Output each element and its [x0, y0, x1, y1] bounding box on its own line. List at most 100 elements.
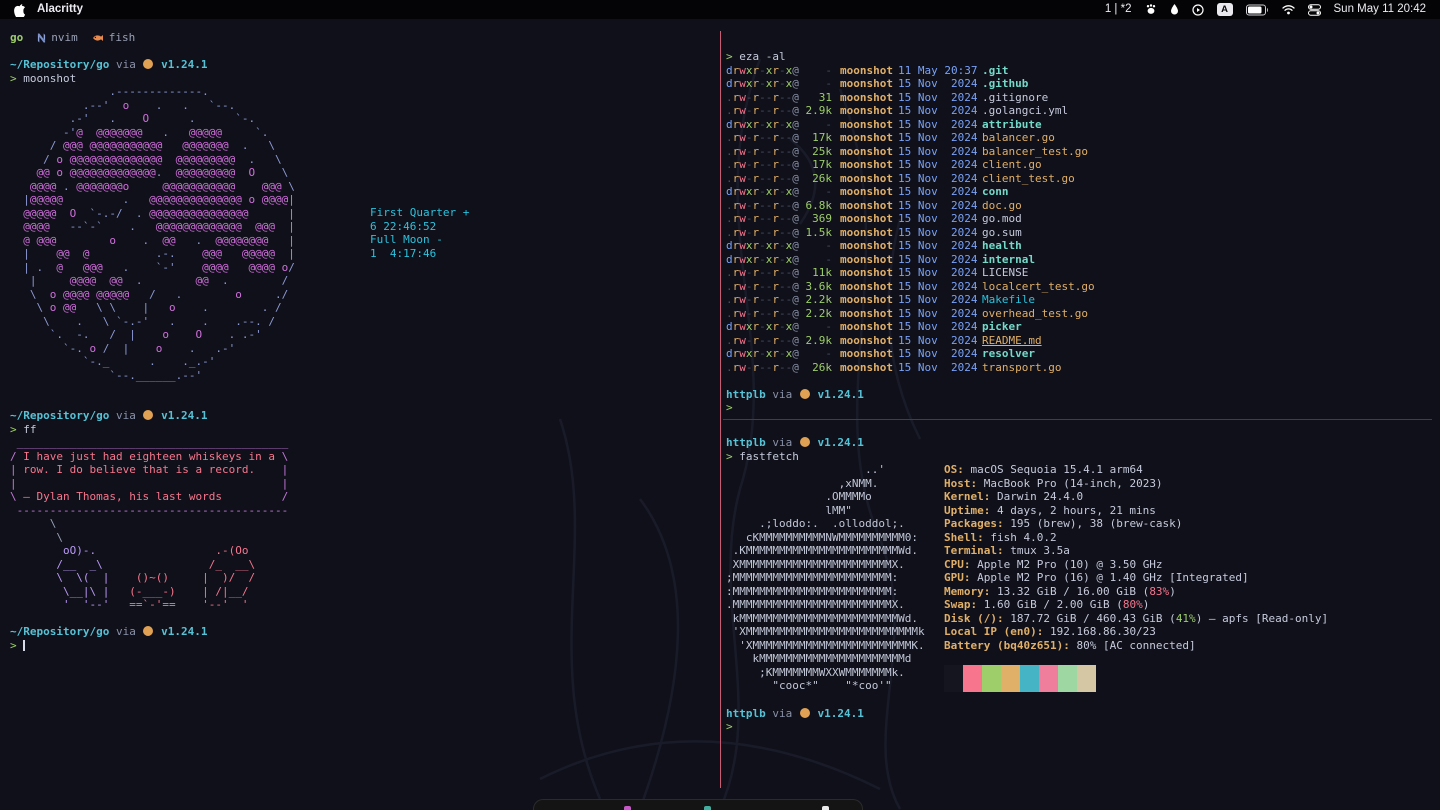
- command-text: moonshot: [23, 71, 77, 85]
- prompt-via: via: [772, 706, 793, 720]
- fastfetch-info-line: Terminal: tmux 3.5a: [944, 544, 1070, 557]
- file-name: balancer_test.go: [982, 144, 1088, 158]
- go-version: v1.24.1: [161, 409, 208, 422]
- palette-swatch: [1020, 665, 1039, 679]
- neovim-icon: [37, 33, 46, 43]
- terminal-color-palette: [944, 665, 1096, 692]
- apple-menu-icon[interactable]: [14, 3, 26, 17]
- command-text: ff: [23, 422, 37, 436]
- prompt-via: via: [772, 387, 793, 401]
- terminal-window[interactable]: go nvim fish ~/Repository/go via v1.24.1…: [0, 19, 1440, 810]
- spaces-indicator[interactable]: 1 | *2: [1105, 3, 1132, 17]
- prompt-via: via: [115, 58, 136, 71]
- command-line: > fastfetch: [726, 450, 1432, 464]
- fish-icon: [92, 34, 104, 42]
- tmux-window-go[interactable]: go: [10, 31, 23, 45]
- moon-phase-line: First Quarter +: [370, 206, 470, 219]
- control-center-icon[interactable]: [1307, 3, 1321, 16]
- file-row: .rw-r--r--@ 2.2k moonshot 15 Nov 2024 Makefi…: [726, 293, 1035, 306]
- file-name: picker: [982, 320, 1022, 333]
- dock-app-sliver: [704, 806, 711, 810]
- moon-ascii-art: .-------------. .--' o . . `--. .-' . O …: [23, 85, 295, 382]
- go-version: v1.24.1: [161, 58, 208, 71]
- palette-swatch: [1001, 678, 1020, 692]
- file-name: LICENSE: [982, 266, 1029, 279]
- go-version: v1.24.1: [817, 436, 864, 449]
- file-name: README.md: [982, 333, 1042, 347]
- pane-divider-vertical[interactable]: [720, 31, 721, 788]
- prompt-path: httplb: [726, 387, 766, 401]
- file-name: client.go: [982, 158, 1042, 171]
- file-listing: drwxr-xr-x@ - moonshot 11 May 20:37 .git drwx…: [726, 64, 1432, 375]
- file-row: .rw-r--r--@ 17k moonshot 15 Nov 2024 client.…: [726, 158, 1042, 171]
- fastfetch-info-line: OS: macOS Sequoia 15.4.1 arm64: [944, 463, 1143, 476]
- prompt-path: httplb: [726, 436, 766, 449]
- prompt-input-line[interactable]: >: [10, 639, 710, 653]
- tmux-window-fish[interactable]: fish: [92, 31, 135, 45]
- palette-swatch: [1039, 665, 1058, 679]
- pane-divider-horizontal[interactable]: [723, 419, 1432, 420]
- paw-icon[interactable]: [1145, 4, 1157, 15]
- apple-ascii-logo: ..' ,xNMM. .OMMMMo lMM" .;loddo:. .ollod…: [726, 463, 925, 692]
- shell-prompt: ~/Repository/go via v1.24.1: [10, 409, 710, 423]
- file-row: .rw-r--r--@ 3.6k moonshot 15 Nov 2024 localc…: [726, 279, 1095, 293]
- prompt-path: ~/Repository/go: [10, 625, 110, 638]
- input-source-icon[interactable]: A: [1216, 3, 1233, 16]
- fastfetch-info-line: CPU: Apple M2 Pro (10) @ 3.50 GHz: [944, 557, 1163, 571]
- moon-phase-line: 1 4:17:46: [370, 246, 437, 260]
- file-name: .git: [982, 63, 1009, 77]
- prompt-via: via: [115, 625, 136, 638]
- battery-icon[interactable]: [1245, 4, 1269, 16]
- wifi-icon[interactable]: [1281, 4, 1295, 15]
- file-row: .rw-r--r--@ 6.8k moonshot 15 Nov 2024 doc.go: [726, 198, 1022, 212]
- prompt-symbol: >: [10, 638, 17, 652]
- palette-swatch: [1020, 678, 1039, 692]
- drop-icon[interactable]: [1170, 4, 1179, 15]
- go-gopher-emoji: [799, 707, 810, 718]
- dock-app-sliver: [624, 806, 631, 810]
- dock[interactable]: [533, 799, 863, 810]
- file-name: .golangci.yml: [982, 104, 1069, 117]
- shell-prompt: ~/Repository/go via v1.24.1: [10, 625, 710, 639]
- file-name: overhead_test.go: [982, 306, 1088, 320]
- left-pane[interactable]: ~/Repository/go via v1.24.1 > moonshot .…: [10, 58, 710, 652]
- prompt-input-line[interactable]: >: [726, 401, 1432, 415]
- right-bottom-pane[interactable]: httplb via v1.24.1 > fastfetch ..' ,xNMM…: [726, 436, 1432, 734]
- file-name: go.mod: [982, 212, 1022, 225]
- file-name: doc.go: [982, 198, 1022, 212]
- command-line: > ff: [10, 423, 710, 437]
- prompt-symbol: >: [726, 449, 733, 463]
- fastfetch-info-line: Kernel: Darwin 24.4.0: [944, 490, 1084, 503]
- fastfetch-info-line: Local IP (en0): 192.168.86.30/23: [944, 625, 1156, 638]
- file-row: drwxr-xr-x@ - moonshot 11 May 20:37 .git: [726, 63, 1009, 77]
- prompt-via: via: [772, 436, 793, 449]
- prompt-symbol: >: [726, 401, 733, 414]
- file-row: .rw-r--r--@ 2.9k moonshot 15 Nov 2024 README…: [726, 333, 1042, 347]
- shell-prompt: httplb via v1.24.1: [726, 707, 1432, 721]
- palette-swatch: [1058, 678, 1077, 692]
- file-name: balancer.go: [982, 131, 1055, 144]
- file-row: drwxr-xr-x@ - moonshot 15 Nov 2024 conn: [726, 185, 1009, 198]
- right-top-pane[interactable]: > eza -al drwxr-xr-x@ - moonshot 11 May 20:…: [726, 50, 1432, 415]
- file-row: drwxr-xr-x@ - moonshot 15 Nov 2024 picker: [726, 320, 1022, 333]
- prompt-input-line[interactable]: >: [726, 720, 1432, 734]
- file-row: .rw-r--r--@ 26k moonshot 15 Nov 2024 transpo…: [726, 360, 1062, 374]
- system-info: OS: macOS Sequoia 15.4.1 arm64 Host: MacB…: [944, 463, 1328, 652]
- moon-phase-line: 6 22:46:52: [370, 219, 437, 233]
- file-name: Makefile: [982, 293, 1035, 306]
- fastfetch-info-line: Shell: fish 4.0.2: [944, 530, 1057, 544]
- file-row: drwxr-xr-x@ - moonshot 15 Nov 2024 .github: [726, 77, 1029, 90]
- tmux-window-nvim[interactable]: nvim: [37, 31, 78, 45]
- palette-swatch: [944, 678, 963, 692]
- go-version: v1.24.1: [817, 706, 864, 720]
- play-circle-icon[interactable]: [1191, 3, 1204, 16]
- text-cursor: [23, 639, 26, 651]
- file-name: go.sum: [982, 225, 1022, 239]
- palette-swatch: [1077, 665, 1096, 679]
- shell-prompt: httplb via v1.24.1: [726, 388, 1432, 402]
- menubar-app-name[interactable]: Alacritty: [37, 3, 83, 17]
- file-row: drwxr-xr-x@ - moonshot 15 Nov 2024 internal: [726, 252, 1035, 266]
- prompt-symbol: >: [10, 422, 17, 436]
- menubar-clock[interactable]: Sun May 11 20:42: [1334, 3, 1427, 17]
- file-name: .gitignore: [982, 90, 1049, 104]
